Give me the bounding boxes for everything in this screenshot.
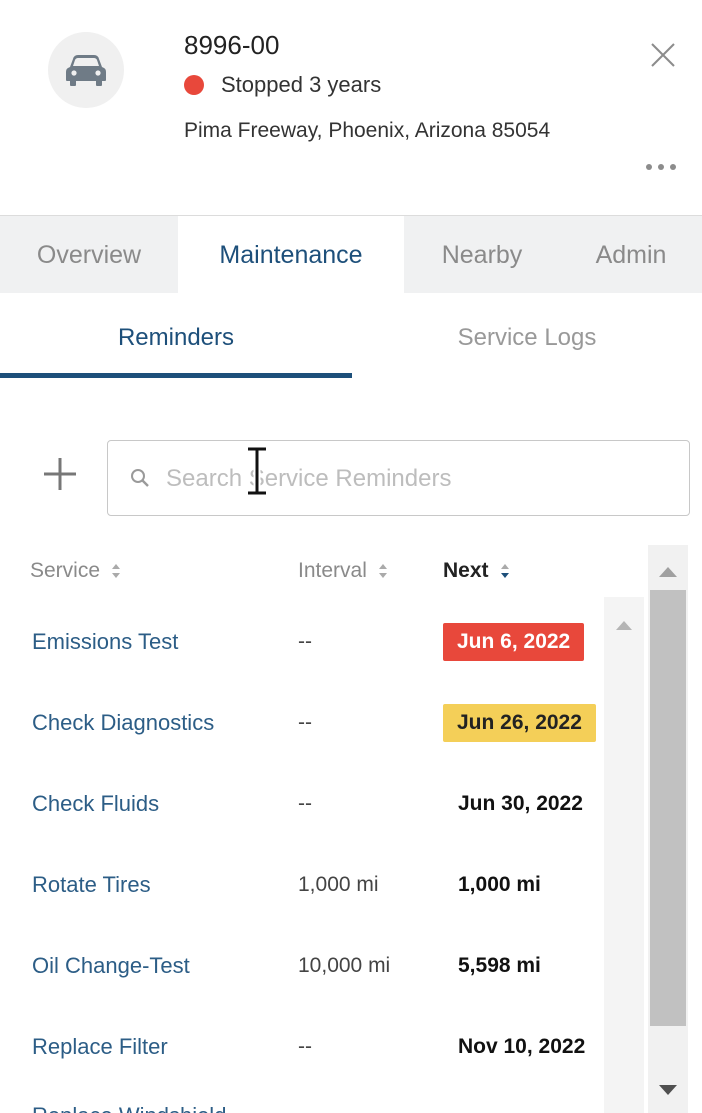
service-link[interactable]: Rotate Tires <box>32 845 151 925</box>
subtab-reminders[interactable]: Reminders <box>0 293 352 383</box>
more-options-button[interactable] <box>641 152 681 182</box>
interval-value: 10,000 mi <box>298 954 391 977</box>
column-label: Service <box>30 559 101 582</box>
search-input[interactable] <box>166 459 666 499</box>
table-row[interactable]: Replace Windshield <box>0 1076 604 1113</box>
overdue-badge: Jun 6, 2022 <box>443 623 585 661</box>
table-row[interactable]: Oil Change-Test 10,000 mi 5,598 mi <box>0 926 604 1006</box>
service-link[interactable]: Replace Windshield <box>32 1076 226 1113</box>
inner-scroll-track[interactable] <box>604 597 644 1113</box>
scrollbar-thumb[interactable] <box>650 590 686 1026</box>
vehicle-status: Stopped 3 years <box>184 72 381 98</box>
table-row[interactable]: Emissions Test -- Jun 6, 2022 <box>0 602 604 682</box>
plus-icon <box>44 458 76 490</box>
search-icon <box>131 469 149 487</box>
next-due: 1,000 mi <box>458 873 541 896</box>
main-tabs: Overview Maintenance Nearby Admin <box>0 215 702 294</box>
column-label: Next <box>443 559 489 582</box>
next-due: 5,598 mi <box>458 954 541 977</box>
table-row[interactable]: Check Fluids -- Jun 30, 2022 <box>0 764 604 844</box>
inner-scroll-up-icon[interactable] <box>614 618 634 632</box>
vehicle-avatar <box>48 32 124 108</box>
tab-maintenance[interactable]: Maintenance <box>178 216 404 294</box>
service-link[interactable]: Oil Change-Test <box>32 926 190 1006</box>
close-button[interactable] <box>648 40 678 70</box>
interval-value: -- <box>298 792 312 815</box>
table-header: Service Interval Next <box>0 545 648 597</box>
vehicle-address: Pima Freeway, Phoenix, Arizona 85054 <box>184 119 551 142</box>
add-reminder-button[interactable] <box>40 454 80 494</box>
next-due: Jun 6, 2022 <box>443 602 585 682</box>
column-header-service[interactable]: Service <box>30 545 122 597</box>
vehicle-header: 8996-00 Stopped 3 years Pima Freeway, Ph… <box>0 0 702 215</box>
active-subtab-indicator <box>0 373 352 378</box>
interval-value: -- <box>298 711 312 734</box>
search-box <box>107 440 690 516</box>
status-dot <box>184 75 204 95</box>
more-options-icon <box>646 164 676 170</box>
due-soon-badge: Jun 26, 2022 <box>443 704 596 742</box>
status-text: Stopped 3 years <box>221 72 382 97</box>
service-link[interactable]: Emissions Test <box>32 602 178 682</box>
sub-tabs: Reminders Service Logs <box>0 293 702 383</box>
close-icon <box>651 43 675 67</box>
car-icon <box>66 55 106 86</box>
tab-admin[interactable]: Admin <box>560 216 702 294</box>
tab-overview[interactable]: Overview <box>0 216 178 294</box>
column-header-interval[interactable]: Interval <box>298 545 389 597</box>
interval-value: 1,000 mi <box>298 873 379 896</box>
subtab-service-logs[interactable]: Service Logs <box>352 293 702 383</box>
next-due: Nov 10, 2022 <box>458 1035 586 1058</box>
column-header-next[interactable]: Next <box>443 545 511 597</box>
scroll-down-icon[interactable] <box>656 1081 680 1099</box>
table-row[interactable]: Replace Filter -- Nov 10, 2022 <box>0 1007 604 1087</box>
vehicle-name: 8996-00 <box>184 30 280 60</box>
service-link[interactable]: Check Diagnostics <box>32 683 214 763</box>
next-due: Jun 26, 2022 <box>443 683 596 763</box>
service-link[interactable]: Check Fluids <box>32 764 159 844</box>
table-row[interactable]: Rotate Tires 1,000 mi 1,000 mi <box>0 845 604 925</box>
table-row[interactable]: Check Diagnostics -- Jun 26, 2022 <box>0 683 604 763</box>
column-label: Interval <box>298 559 367 582</box>
text-cursor-icon <box>248 446 266 496</box>
scroll-up-icon[interactable] <box>656 562 680 580</box>
tab-nearby[interactable]: Nearby <box>404 216 560 294</box>
interval-value: -- <box>298 1035 312 1058</box>
service-link[interactable]: Replace Filter <box>32 1007 168 1087</box>
next-due: Jun 30, 2022 <box>458 792 583 815</box>
sort-descending-icon <box>500 564 509 578</box>
sort-icon <box>378 564 387 578</box>
sort-icon <box>112 564 121 578</box>
interval-value: -- <box>298 630 312 653</box>
